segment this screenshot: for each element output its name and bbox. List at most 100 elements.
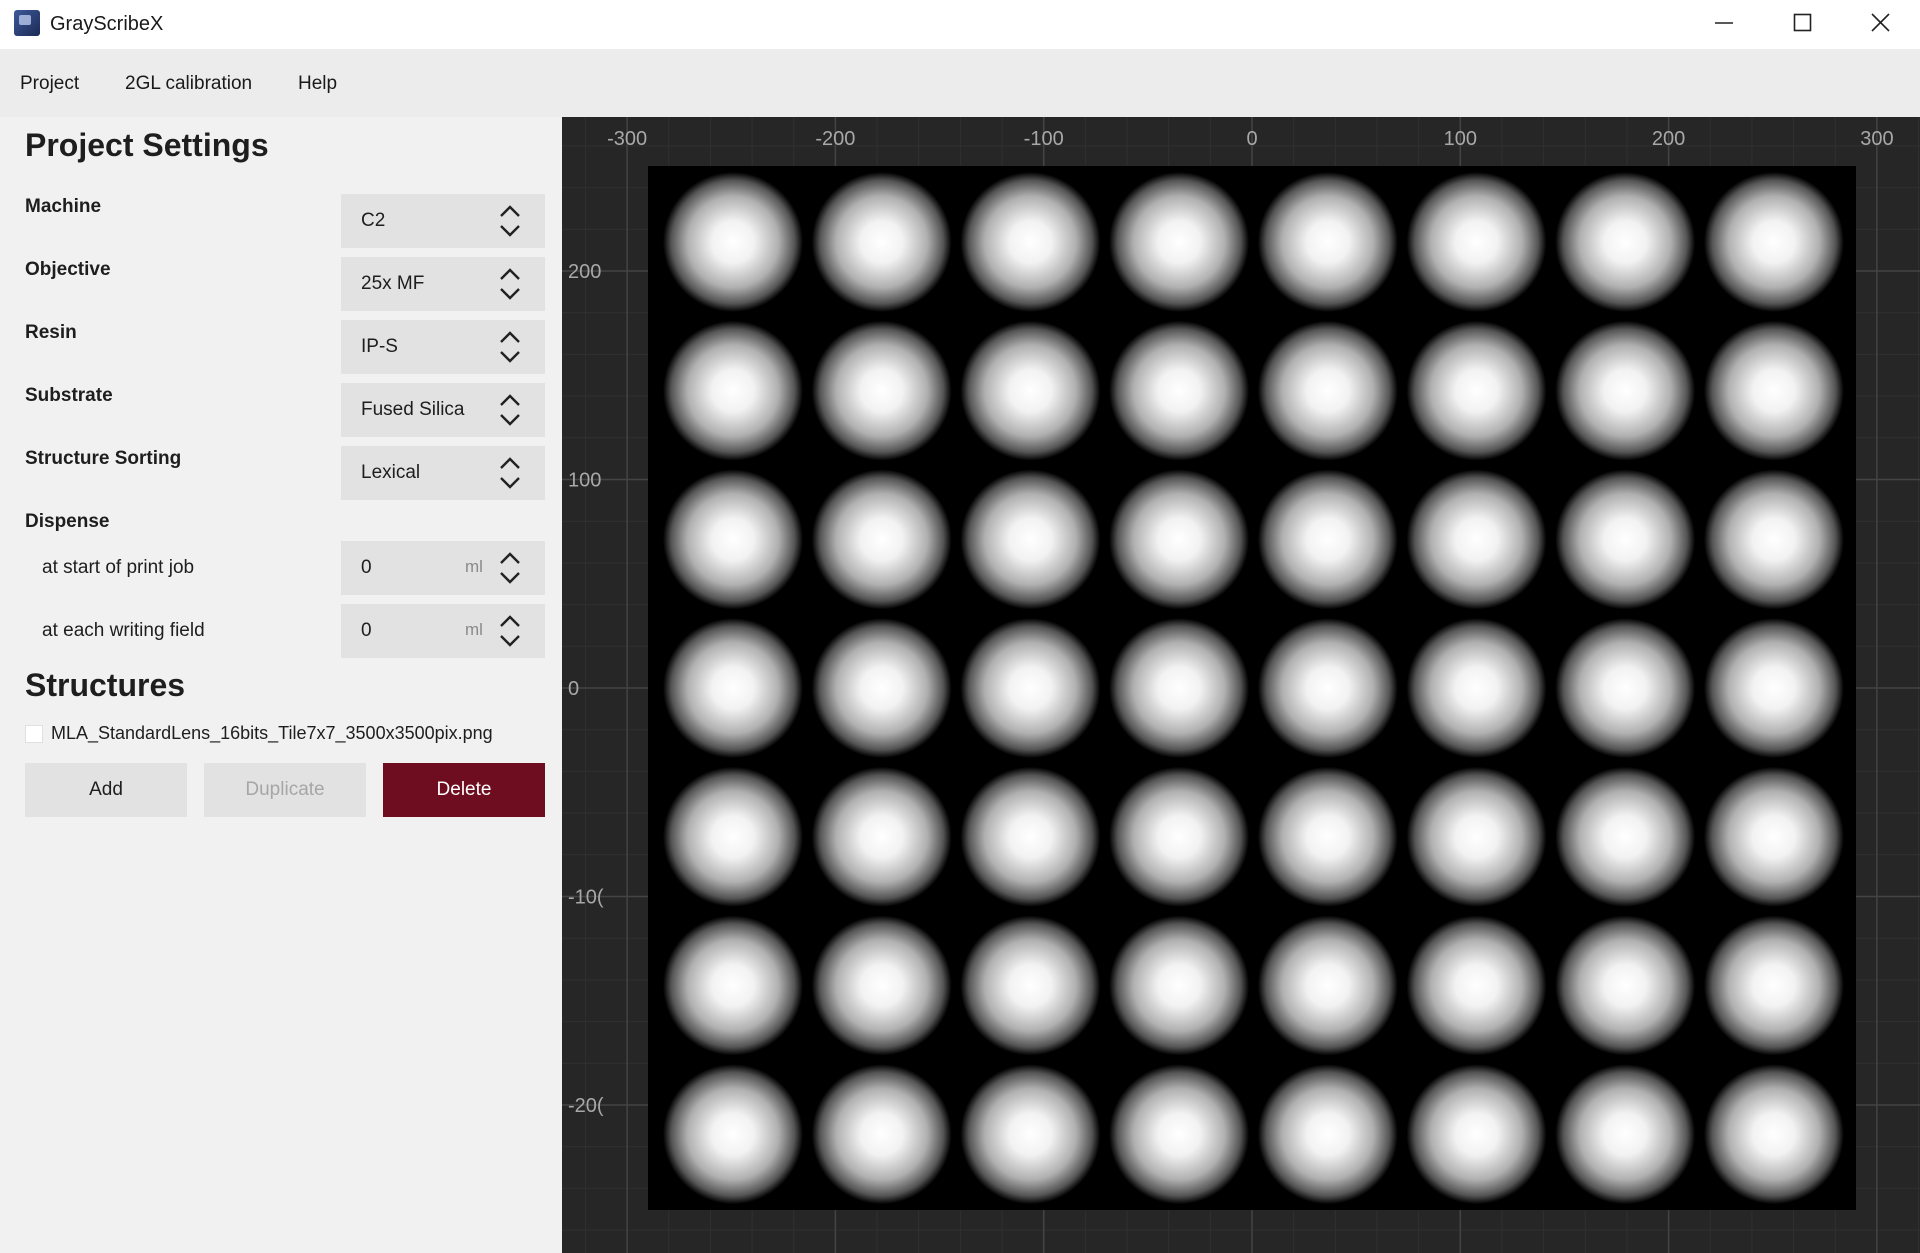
lens-element [1555,915,1696,1056]
structure-sorting-select[interactable]: Lexical [341,446,545,500]
dispense-start-unit: ml [465,557,483,576]
up-down-arrows-icon[interactable] [497,453,523,493]
lens-element [1406,618,1547,759]
dispense-field-spinbox[interactable]: 0 ml [341,604,545,658]
menu-2gl-calibration[interactable]: 2GL calibration [125,73,252,95]
menu-project[interactable]: Project [20,73,79,95]
lens-element [1109,1064,1250,1205]
lens-element [811,766,952,907]
lens-element [1109,320,1250,461]
lens-element [1555,172,1696,312]
lens-element [811,618,952,759]
lens-element [1555,1064,1696,1205]
lens-element [1257,469,1398,610]
x-tick-label: -100 [1024,128,1064,150]
objective-select[interactable]: 25x MF [341,257,545,311]
lens-element [960,320,1101,461]
lens-element [1703,1064,1844,1205]
up-down-arrows-icon[interactable] [497,264,523,304]
x-tick-label: 0 [1246,128,1257,150]
delete-button[interactable]: Delete [383,763,545,817]
objective-label: Objective [25,259,111,280]
up-down-arrows-icon[interactable] [497,201,523,241]
x-tick-label: 100 [1444,128,1477,150]
lens-element [1109,915,1250,1056]
substrate-select[interactable]: Fused Silica [341,383,545,437]
y-tick-label: -20( [568,1095,604,1117]
up-down-arrows-icon[interactable] [497,327,523,367]
x-tick-label: -200 [815,128,855,150]
settings-panel: Project Settings Machine C2 Objective 25… [0,117,562,1253]
lens-element [1257,172,1398,312]
preview-canvas[interactable]: -300 -200 -100 0 100 200 300 200 100 0 -10(-20( [562,117,1920,1253]
lens-element [1555,469,1696,610]
up-down-arrows-icon[interactable] [497,611,523,651]
lens-element [1406,469,1547,610]
machine-value: C2 [361,210,386,231]
project-settings-heading: Project Settings [25,127,269,163]
lens-element [1703,469,1844,610]
dispense-label: Dispense [25,511,110,532]
machine-select[interactable]: C2 [341,194,545,248]
add-button[interactable]: Add [25,763,187,817]
duplicate-button[interactable]: Duplicate [204,763,366,817]
menu-bar: Project 2GL calibration Help [0,49,1920,117]
maximize-icon [1793,13,1812,32]
lens-element [1406,320,1547,461]
lens-element [1257,618,1398,759]
dispense-start-value: 0 [361,557,372,578]
dispense-start-spinbox[interactable]: 0 ml [341,541,545,595]
y-tick-label: 100 [568,470,601,492]
lens-element [1406,172,1547,312]
lens-element [663,766,803,907]
lens-element [960,766,1101,907]
lens-element [960,915,1101,1056]
minimize-button[interactable] [1686,0,1764,46]
structures-heading: Structures [25,667,186,703]
lens-element [811,320,952,461]
lens-element [1257,915,1398,1056]
window-title: GrayScribeX [50,13,164,35]
y-tick-label: 0 [568,678,579,700]
lens-element [811,915,952,1056]
maximize-button[interactable] [1764,0,1842,46]
lens-element [811,469,952,610]
structure-checkbox[interactable] [25,725,43,743]
substrate-value: Fused Silica [361,399,465,420]
dispense-start-label: at start of print job [42,557,195,578]
lens-element [1703,618,1844,759]
up-down-arrows-icon[interactable] [497,390,523,430]
lens-element [663,618,803,759]
lens-element [1109,618,1250,759]
y-tick-label: -10( [568,887,604,909]
lens-element [1703,766,1844,907]
resin-select[interactable]: IP-S [341,320,545,374]
lens-element [1109,766,1250,907]
lens-element [1257,320,1398,461]
menu-help[interactable]: Help [298,73,337,95]
machine-label: Machine [25,196,102,217]
structure-sorting-label: Structure Sorting [25,448,182,469]
lens-element [1406,915,1547,1056]
lens-element [960,1064,1101,1205]
lens-element [811,1064,952,1205]
lens-element [663,915,803,1056]
x-tick-label: 200 [1652,128,1685,150]
lens-element [1555,618,1696,759]
lens-element [1555,766,1696,907]
objective-value: 25x MF [361,273,425,294]
structure-sorting-value: Lexical [361,462,421,483]
close-button[interactable] [1842,0,1920,46]
lens-element [960,172,1101,312]
lens-element [1257,1064,1398,1205]
up-down-arrows-icon[interactable] [497,548,523,588]
lens-element [1109,172,1250,312]
lens-element [960,469,1101,610]
lens-element [811,172,952,312]
title-bar: GrayScribeX [0,0,1920,49]
lens-element [1406,1064,1547,1205]
structure-filename[interactable]: MLA_StandardLens_16bits_Tile7x7_3500x350… [51,723,493,744]
lens-element [663,172,803,312]
y-tick-label: 200 [568,261,601,283]
resin-value: IP-S [361,336,398,357]
